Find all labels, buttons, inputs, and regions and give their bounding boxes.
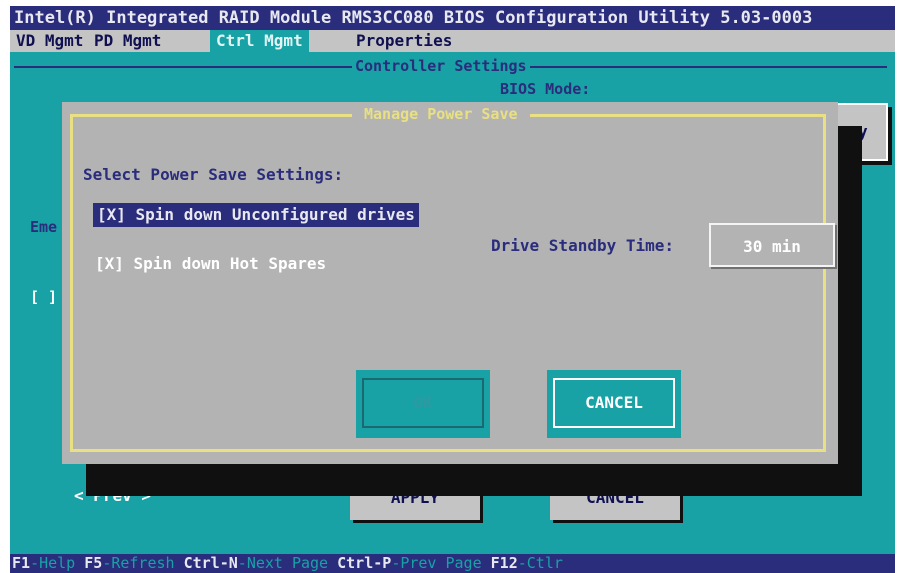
menu-item-pd-mgmt[interactable]: PD Mgmt: [88, 30, 167, 52]
cancel-button-label: CANCEL: [553, 378, 675, 428]
status-desc-ctlr: Ctlr: [526, 554, 563, 572]
dialog-border: Select Power Save Settings: [X] Spin dow…: [70, 114, 835, 452]
spin-down-hot-spares-checkbox[interactable]: [X] Spin down Hot Spares: [95, 254, 326, 274]
spin-down-unconfigured-checkbox[interactable]: [X] Spin down Unconfigured drives: [93, 203, 419, 227]
ok-button-label: OK: [362, 378, 484, 428]
menu-bar: VD Mgmt PD Mgmt Ctrl Mgmt Properties: [10, 30, 895, 52]
bios-screen: Intel(R) Integrated RAID Module RMS3CC08…: [10, 6, 895, 573]
dialog-title: Manage Power Save: [352, 104, 530, 124]
status-key-ctrl-p: Ctrl-P: [337, 554, 392, 572]
title-bar: Intel(R) Integrated RAID Module RMS3CC08…: [10, 6, 895, 30]
status-desc-prev-page: Prev Page: [400, 554, 482, 572]
menu-item-properties[interactable]: Properties: [350, 30, 458, 52]
status-key-f12: F12: [490, 554, 518, 572]
emergency-label: Eme: [30, 218, 58, 236]
controller-checkbox[interactable]: [ ]: [30, 288, 57, 306]
select-power-save-label: Select Power Save Settings:: [83, 165, 344, 184]
status-desc-help: Help: [39, 554, 76, 572]
controller-settings-title: Controller Settings: [352, 56, 530, 76]
status-bar: F1-Help F5-Refresh Ctrl-N-Next Page Ctrl…: [10, 554, 895, 573]
menu-item-vd-mgmt[interactable]: VD Mgmt: [10, 30, 89, 52]
bios-mode-label: BIOS Mode:: [500, 80, 591, 98]
drive-standby-time-field[interactable]: 30 min: [709, 223, 835, 267]
drive-standby-time-label: Drive Standby Time:: [491, 236, 675, 255]
status-desc-next-page: Next Page: [246, 554, 329, 572]
cancel-button[interactable]: CANCEL: [547, 370, 681, 438]
status-desc-refresh: Refresh: [111, 554, 175, 572]
status-key-f1: F1: [12, 554, 31, 572]
ok-button[interactable]: OK: [356, 370, 490, 438]
manage-power-save-dialog: Select Power Save Settings: [X] Spin dow…: [62, 102, 838, 464]
status-key-ctrl-n: Ctrl-N: [183, 554, 238, 572]
status-key-f5: F5: [84, 554, 103, 572]
menu-item-ctrl-mgmt[interactable]: Ctrl Mgmt: [210, 30, 309, 52]
